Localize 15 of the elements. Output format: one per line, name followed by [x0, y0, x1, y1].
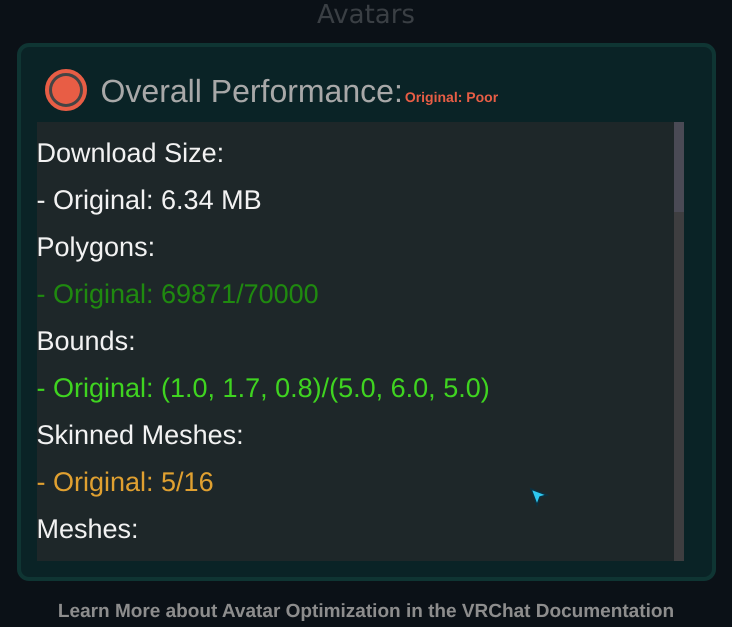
metric-label: Bounds: — [36, 325, 136, 358]
metric-value: - Original: (1.0, 1.7, 0.8)/(5.0, 6.0, 5.0) — [36, 372, 490, 405]
metric-label: Skinned Meshes: — [36, 419, 244, 452]
metric-label: Download Size: — [36, 137, 224, 170]
metric-label: Polygons: — [36, 231, 156, 264]
metric-value: - Original: 6.34 MB — [36, 184, 262, 217]
rating-label: Original: Poor — [404, 89, 498, 105]
metric-label: Meshes: — [36, 513, 139, 546]
status-indicator-icon — [44, 69, 86, 111]
metric-value: - Original: 69871/70000 — [36, 278, 319, 311]
dialog-title: Overall Performance: — [100, 72, 403, 111]
documentation-link[interactable]: Learn More about Avatar Optimization in the VRChat Documentation — [58, 601, 674, 623]
cursor-icon — [528, 487, 548, 507]
scrollbar[interactable] — [674, 122, 684, 561]
metric-value: - Original: 5/16 — [36, 466, 214, 499]
